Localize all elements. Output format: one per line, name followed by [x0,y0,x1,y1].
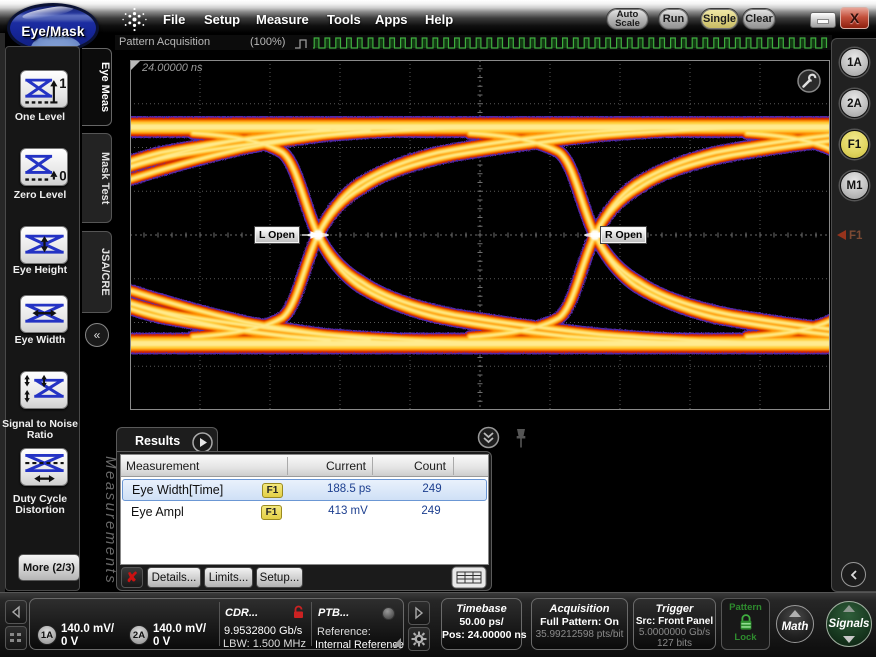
svg-text:1: 1 [59,76,66,91]
svg-text:0: 0 [59,168,66,183]
